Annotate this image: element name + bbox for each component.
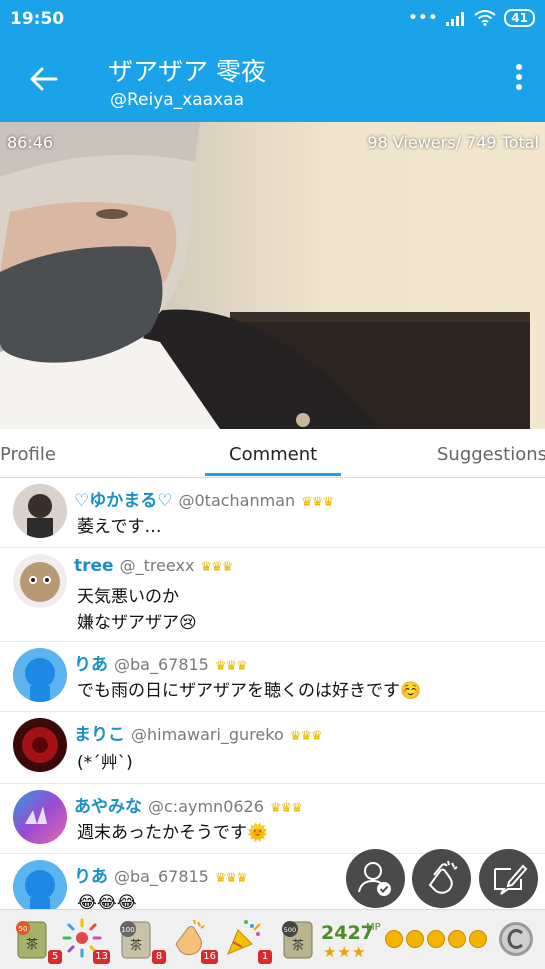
party-popper-gift[interactable]: 1 <box>222 916 272 964</box>
comment-row: ♡ゆかまる♡ @0tachanman ♛♛♛ 萎えです… <box>0 478 545 548</box>
comment-list[interactable]: ♡ゆかまる♡ @0tachanman ♛♛♛ 萎えです… tree @_treexx ♛… <box>0 478 545 909</box>
comment-row: あやみな @c:aymn0626 ♛♛♛ 週末あったかそうです🌞 <box>0 784 545 854</box>
gift-bar: 50 茶 5 13 100 茶 8 16 1 500 茶 2427 MP ★★★ <box>0 909 545 969</box>
commenter-name[interactable]: まりこ <box>74 725 125 745</box>
tea-gift-amount: 100 <box>121 926 134 934</box>
comment-row: tree @_treexx ♛♛♛ 天気悪いのか 嫌なザアザア😢 <box>0 548 545 642</box>
coin-icon <box>385 930 403 948</box>
commenter-id: @0tachanman <box>178 491 296 510</box>
avatar[interactable] <box>13 484 67 538</box>
gift-count-badge: 16 <box>201 950 218 964</box>
wifi-icon <box>474 10 496 26</box>
coin-meter <box>385 930 487 948</box>
broadcaster-name: ザアザア 零夜 <box>108 57 266 86</box>
tea-gift-amount: 50 <box>19 925 28 933</box>
avatar[interactable] <box>13 718 67 772</box>
coin-icon <box>406 930 424 948</box>
comment-text: 天気悪いのか <box>77 587 179 607</box>
gift-count-badge: 8 <box>152 950 166 964</box>
tab-bar: Profile Comment Suggestions <box>0 429 545 478</box>
commenter-id: @himawari_gureko <box>131 725 284 744</box>
currency-button[interactable] <box>499 922 533 956</box>
mp-rank-stars: ★★★ <box>323 943 367 961</box>
avatar[interactable] <box>13 860 67 909</box>
user-check-icon <box>358 862 391 896</box>
signal-icon <box>446 11 466 26</box>
tab-comment[interactable]: Comment <box>229 444 317 465</box>
tea-can-icon: 50 茶 <box>16 921 47 959</box>
c-currency-icon <box>502 925 530 953</box>
gift-count-badge: 1 <box>258 950 272 964</box>
tea-gift-500[interactable]: 500 茶 <box>278 916 324 962</box>
viewer-count: 98 Viewers/ 749 Total <box>367 133 539 152</box>
commenter-id: @ba_67815 <box>114 655 209 674</box>
back-arrow-icon[interactable] <box>26 62 60 96</box>
active-tab-indicator <box>205 473 341 476</box>
comment-text: 😂😂😂 <box>77 893 137 909</box>
commenter-name[interactable]: りあ <box>74 655 108 675</box>
commenter-id: @_treexx <box>119 556 195 575</box>
commenter-name[interactable]: ♡ゆかまる♡ <box>74 491 172 511</box>
gift-count-badge: 13 <box>93 950 110 964</box>
rank-badge-icon: ♛♛♛ <box>214 659 248 674</box>
compose-icon <box>494 864 528 895</box>
rank-badge-icon: ♛♛♛ <box>301 495 334 510</box>
more-options-icon[interactable] <box>515 64 523 94</box>
follow-user-button[interactable] <box>346 849 405 908</box>
tea-gift-amount: 500 <box>284 926 296 934</box>
comment-text: 萎えです… <box>77 517 162 537</box>
commenter-name[interactable]: あやみな <box>74 797 142 817</box>
avatar[interactable] <box>13 648 67 702</box>
coin-icon <box>448 930 466 948</box>
video-frame <box>0 122 530 429</box>
firework-gift[interactable]: 13 <box>60 916 110 964</box>
comment-text: でも雨の日にザアザアを聴くのは好きです☺️ <box>77 681 422 701</box>
mp-unit: MP <box>366 922 381 933</box>
tab-suggestions[interactable]: Suggestions <box>437 444 545 465</box>
coin-icon <box>427 930 445 948</box>
comment-row: りあ @ba_67815 ♛♛♛ でも雨の日にザアザアを聴くのは好きです☺️ <box>0 642 545 712</box>
tab-profile[interactable]: Profile <box>0 444 56 465</box>
tea-gift-kanji: 茶 <box>130 937 142 952</box>
app-bar: ザアザア 零夜 @Reiya_xaaxaa <box>0 38 545 122</box>
tea-gift-kanji: 茶 <box>292 937 304 952</box>
avatar[interactable] <box>13 554 67 608</box>
commenter-name[interactable]: tree <box>74 556 114 576</box>
broadcast-timer: 86:46 <box>7 133 54 152</box>
rank-badge-icon: ♛♛♛ <box>200 560 233 575</box>
notification-dots-icon: ••• <box>408 10 439 26</box>
broadcaster-handle: @Reiya_xaaxaa <box>110 90 244 110</box>
comment-row: まりこ @himawari_gureko ♛♛♛ (*´艸`) <box>0 712 545 784</box>
status-bar: 19:50 ••• 41 <box>0 0 545 38</box>
comment-text: 週末あったかそうです🌞 <box>77 823 269 843</box>
rank-badge-icon: ♛♛♛ <box>289 729 323 744</box>
comment-text: (*´艸`) <box>77 753 133 773</box>
live-video[interactable]: 86:46 98 Viewers/ 749 Total <box>0 122 545 429</box>
tea-gift-50[interactable]: 50 茶 5 <box>12 916 62 964</box>
tea-can-icon: 500 茶 <box>282 921 313 959</box>
commenter-id: @ba_67815 <box>114 867 209 886</box>
tea-gift-100[interactable]: 100 茶 8 <box>116 916 166 964</box>
commenter-name[interactable]: りあ <box>74 867 108 887</box>
avatar[interactable] <box>13 790 67 844</box>
rank-badge-icon: ♛♛♛ <box>214 871 248 886</box>
tea-can-icon: 100 茶 <box>120 921 151 959</box>
rank-badge-icon: ♛♛♛ <box>269 801 303 816</box>
tea-gift-kanji: 茶 <box>26 936 38 951</box>
comment-text: 嫌なザアザア😢 <box>77 613 197 633</box>
clap-hands-icon <box>428 860 458 894</box>
commenter-id: @c:aymn0626 <box>148 797 264 816</box>
clap-gift[interactable]: 16 <box>168 916 218 964</box>
status-time: 19:50 <box>10 9 65 29</box>
battery-icon: 41 <box>504 9 535 27</box>
coin-icon <box>469 930 487 948</box>
clap-button[interactable] <box>412 849 471 908</box>
write-comment-button[interactable] <box>479 849 538 908</box>
